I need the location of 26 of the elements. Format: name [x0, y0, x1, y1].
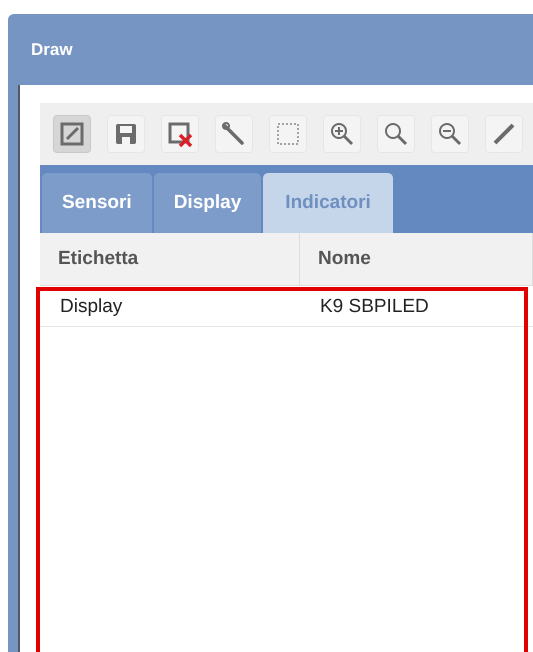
- table-cell-text: K9 SBPILED: [319, 295, 430, 319]
- toolbar-button[interactable]: [53, 115, 91, 153]
- window-title: Draw: [30, 38, 74, 60]
- search-icon: [383, 121, 409, 147]
- edit-icon: [59, 121, 85, 147]
- toolbar-button[interactable]: [107, 115, 145, 153]
- toolbar-button[interactable]: [161, 115, 199, 153]
- wrench-icon: [221, 121, 247, 147]
- tab[interactable]: Sensori: [42, 173, 152, 233]
- column-header[interactable]: Nome: [300, 233, 533, 285]
- tab[interactable]: Indicatori: [263, 173, 393, 233]
- pencil-icon: [491, 121, 517, 147]
- save-icon: [113, 121, 139, 147]
- toolbar-button[interactable]: [485, 115, 523, 153]
- tab[interactable]: Display: [154, 173, 262, 233]
- selection-rectangle-icon: [275, 121, 301, 147]
- delete-icon: [167, 121, 193, 147]
- toolbar-button[interactable]: [431, 115, 469, 153]
- column-header[interactable]: Etichetta: [40, 233, 300, 285]
- table-cell-text: Display: [59, 295, 124, 319]
- toolbar-button[interactable]: [323, 115, 361, 153]
- toolbar-button[interactable]: [215, 115, 253, 153]
- toolbar-button[interactable]: [377, 115, 415, 153]
- toolbar-button[interactable]: [269, 115, 307, 153]
- zoom-out-icon: [437, 121, 463, 147]
- zoom-in-icon: [329, 121, 355, 147]
